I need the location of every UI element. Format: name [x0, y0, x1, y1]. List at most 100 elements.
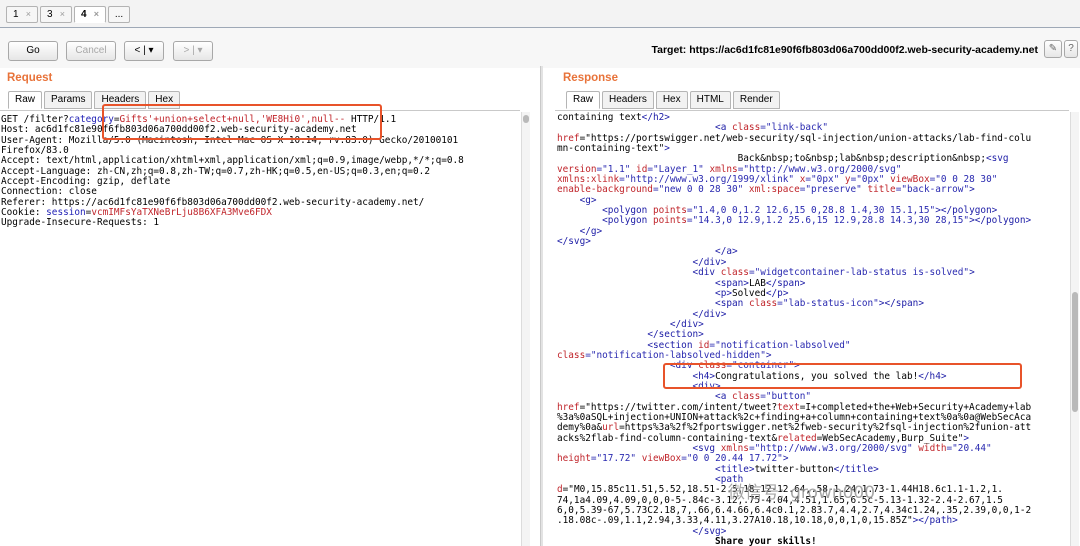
tab-label: 1 [13, 9, 19, 20]
code-token: ="http://www.w3.org/2000/svg" [737, 163, 902, 175]
pane-splitter[interactable] [540, 66, 543, 546]
code-token: <polygon [602, 215, 648, 227]
tab-hex[interactable]: Hex [655, 91, 688, 109]
back-button[interactable]: < | ▾ [124, 41, 164, 61]
close-icon[interactable]: × [26, 7, 31, 22]
response-scrollbar[interactable] [1070, 112, 1079, 546]
code-token: xmlns:xlink [557, 174, 620, 186]
tab-render[interactable]: Render [732, 91, 780, 109]
code-token: <section [647, 339, 693, 351]
target-display: Target: https://ac6d1fc81e90f6fb803d06a7… [651, 44, 1038, 56]
code-text: 6,0,5.39-67,5.73C2.18,7,.66,6.4.66,6.4c0… [557, 505, 1032, 517]
code-token: > [720, 525, 727, 537]
scroll-thumb[interactable] [523, 115, 529, 123]
line-text: Firefox/83.0 [1, 145, 69, 157]
code-token: ="widgetcontainer-lab-status is-solved" [748, 267, 970, 279]
code-token: > [664, 143, 670, 155]
code-token: <svg [692, 443, 716, 454]
code-token: text [777, 401, 800, 413]
code-text: LAB [748, 277, 766, 289]
scroll-thumb[interactable] [1072, 292, 1078, 412]
code-token: points [652, 205, 687, 217]
repeater-tab-3[interactable]: 3 × [40, 6, 72, 23]
code-token: viewBox [890, 174, 930, 186]
code-token: ="button" [760, 391, 812, 403]
tab-raw[interactable]: Raw [8, 91, 43, 109]
more-tabs-button[interactable]: ... [108, 6, 130, 23]
tab-params[interactable]: Params [44, 91, 93, 109]
code-token: > [698, 318, 704, 330]
tab-raw[interactable]: Raw [566, 91, 601, 109]
code-token: </svg [692, 525, 721, 537]
code-token: </section [647, 329, 699, 341]
code-token: xml:space [748, 184, 800, 196]
code-token: href [557, 401, 580, 413]
code-token: <svg [985, 153, 1009, 165]
code-token: > [664, 112, 670, 123]
code-token: > [720, 308, 727, 320]
code-token: ="20.44" [946, 443, 992, 454]
code-token: ="0 0 28 30" [929, 174, 998, 186]
code-token: </div [692, 308, 721, 320]
code-token: ="notification-labsolved" [709, 339, 851, 351]
line-text: Cookie: [1, 207, 47, 219]
code-text: =I+completed+the+Web+Security+Academy+la… [799, 401, 1032, 413]
code-token: ="notification-labsolved-hidden" [585, 349, 766, 361]
repeater-tab-1[interactable]: 1 × [6, 6, 38, 23]
code-text: .18.08c-.09,1.1,2.94,3.33,4.11,3.27A10.1… [557, 515, 913, 527]
wechat-watermark: 微信号: grown000 [728, 483, 876, 503]
code-text: Back&nbsp;to&nbsp;lab&nbsp;description&n… [557, 153, 986, 165]
response-line: Share your skills! [557, 536, 1069, 546]
code-token: id [698, 339, 710, 351]
repeater-tab-strip: 1 × 3 × 4 × ... [0, 0, 1080, 28]
tab-headers[interactable]: Headers [602, 91, 654, 109]
code-token: ="lab-status-icon" [777, 298, 879, 310]
code-token: <g [579, 194, 591, 206]
code-text: twitter-button [754, 463, 834, 475]
request-editor[interactable]: GET /filter?category=Gifts'+union+select… [0, 110, 520, 546]
close-icon[interactable]: × [60, 7, 65, 22]
repeater-tab-4[interactable]: 4 × [74, 6, 106, 23]
code-token: <div [692, 267, 716, 279]
edit-target-icon[interactable]: ✎ [1044, 40, 1062, 58]
more-tabs-label: ... [114, 9, 124, 20]
request-line: Upgrade-Insecure-Requests: 1 [1, 218, 520, 228]
code-token: > [590, 194, 597, 206]
response-title: Response [563, 72, 618, 84]
code-token: ="new 0 0 28 30" [652, 184, 744, 196]
code-token: > [1025, 215, 1032, 227]
code-token: </div [669, 318, 699, 330]
go-button[interactable]: Go [8, 41, 58, 61]
request-scrollbar[interactable] [521, 112, 530, 546]
code-token: > [873, 463, 879, 475]
tab-html[interactable]: HTML [689, 91, 731, 109]
code-text: ="https://portswigger.net/web-security/s… [579, 132, 1032, 144]
code-token: ="0px" [850, 174, 885, 186]
forward-button[interactable]: > | ▾ [173, 41, 213, 61]
code-token: height [557, 453, 591, 465]
code-token: ="http://www.w3.org/2000/svg" [748, 443, 913, 454]
cancel-button[interactable]: Cancel [66, 41, 116, 61]
code-token: > [698, 329, 704, 341]
code-token: > [969, 267, 975, 279]
code-token: </title [833, 463, 874, 475]
code-token: width [918, 443, 947, 454]
help-icon[interactable]: ? [1064, 40, 1078, 58]
code-text: %3a%0aSQL+injection+UNION+attack%2c+find… [557, 411, 1032, 423]
code-token: > [720, 256, 727, 268]
code-token: <title [715, 463, 749, 475]
close-icon[interactable]: × [94, 7, 99, 22]
